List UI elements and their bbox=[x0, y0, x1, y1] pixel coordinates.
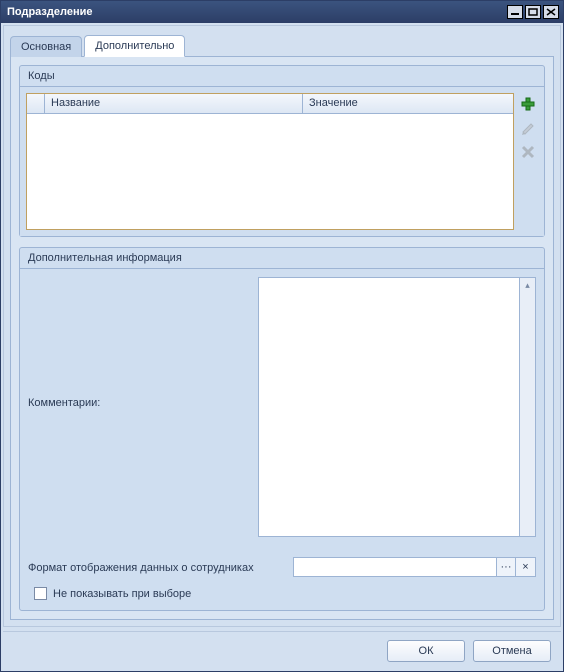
group-codes-title: Коды bbox=[20, 66, 544, 86]
group-info: Дополнительная информация Комментарии: ▴… bbox=[19, 247, 545, 611]
col-header-value[interactable]: Значение bbox=[303, 94, 513, 113]
group-info-title: Дополнительная информация bbox=[20, 248, 544, 268]
titlebar: Подразделение bbox=[1, 1, 563, 23]
pencil-icon bbox=[519, 119, 537, 137]
comments-textarea[interactable] bbox=[258, 277, 520, 537]
codes-grid-header: Название Значение bbox=[27, 94, 513, 114]
tabs-row: Основная Дополнительно bbox=[10, 32, 554, 56]
codes-grid-rows[interactable] bbox=[27, 114, 513, 229]
group-info-body: Комментарии: ▴ Формат отображения данных… bbox=[20, 268, 544, 610]
window-controls bbox=[507, 5, 559, 19]
x-icon bbox=[519, 143, 537, 161]
codes-toolbar bbox=[518, 93, 538, 230]
footer: ОК Отмена bbox=[3, 631, 561, 669]
scrollbar[interactable]: ▴ bbox=[520, 277, 536, 537]
window-title: Подразделение bbox=[7, 6, 507, 18]
minimize-button[interactable] bbox=[507, 5, 523, 19]
tab-extra[interactable]: Дополнительно bbox=[84, 35, 185, 57]
clear-icon[interactable]: × bbox=[516, 557, 536, 577]
row-hide-checkbox: Не показывать при выборе bbox=[28, 585, 536, 602]
plus-icon[interactable] bbox=[519, 95, 537, 113]
group-codes: Коды Название Значение bbox=[19, 65, 545, 237]
format-picker: ··· × bbox=[293, 557, 536, 577]
format-input[interactable] bbox=[293, 557, 496, 577]
codes-grid[interactable]: Название Значение bbox=[26, 93, 514, 230]
ok-button[interactable]: ОК bbox=[387, 640, 465, 662]
group-codes-body: Название Значение bbox=[20, 86, 544, 236]
grid-header-spacer bbox=[27, 94, 45, 113]
hide-checkbox[interactable] bbox=[34, 587, 47, 600]
cancel-button[interactable]: Отмена bbox=[473, 640, 551, 662]
tab-main[interactable]: Основная bbox=[10, 36, 82, 57]
window: Подразделение Основная Дополнительно Код… bbox=[0, 0, 564, 672]
comments-label: Комментарии: bbox=[28, 277, 258, 409]
client-area: Основная Дополнительно Коды Название Зна… bbox=[3, 25, 561, 627]
tab-body-extra: Коды Название Значение bbox=[10, 56, 554, 620]
format-label: Формат отображения данных о сотрудниках bbox=[28, 560, 293, 574]
col-header-name[interactable]: Название bbox=[45, 94, 303, 113]
close-button[interactable] bbox=[543, 5, 559, 19]
row-comments: Комментарии: ▴ bbox=[28, 277, 536, 549]
maximize-button[interactable] bbox=[525, 5, 541, 19]
hide-checkbox-label: Не показывать при выборе bbox=[53, 588, 191, 600]
ellipsis-icon[interactable]: ··· bbox=[496, 557, 516, 577]
row-format: Формат отображения данных о сотрудниках … bbox=[28, 557, 536, 577]
